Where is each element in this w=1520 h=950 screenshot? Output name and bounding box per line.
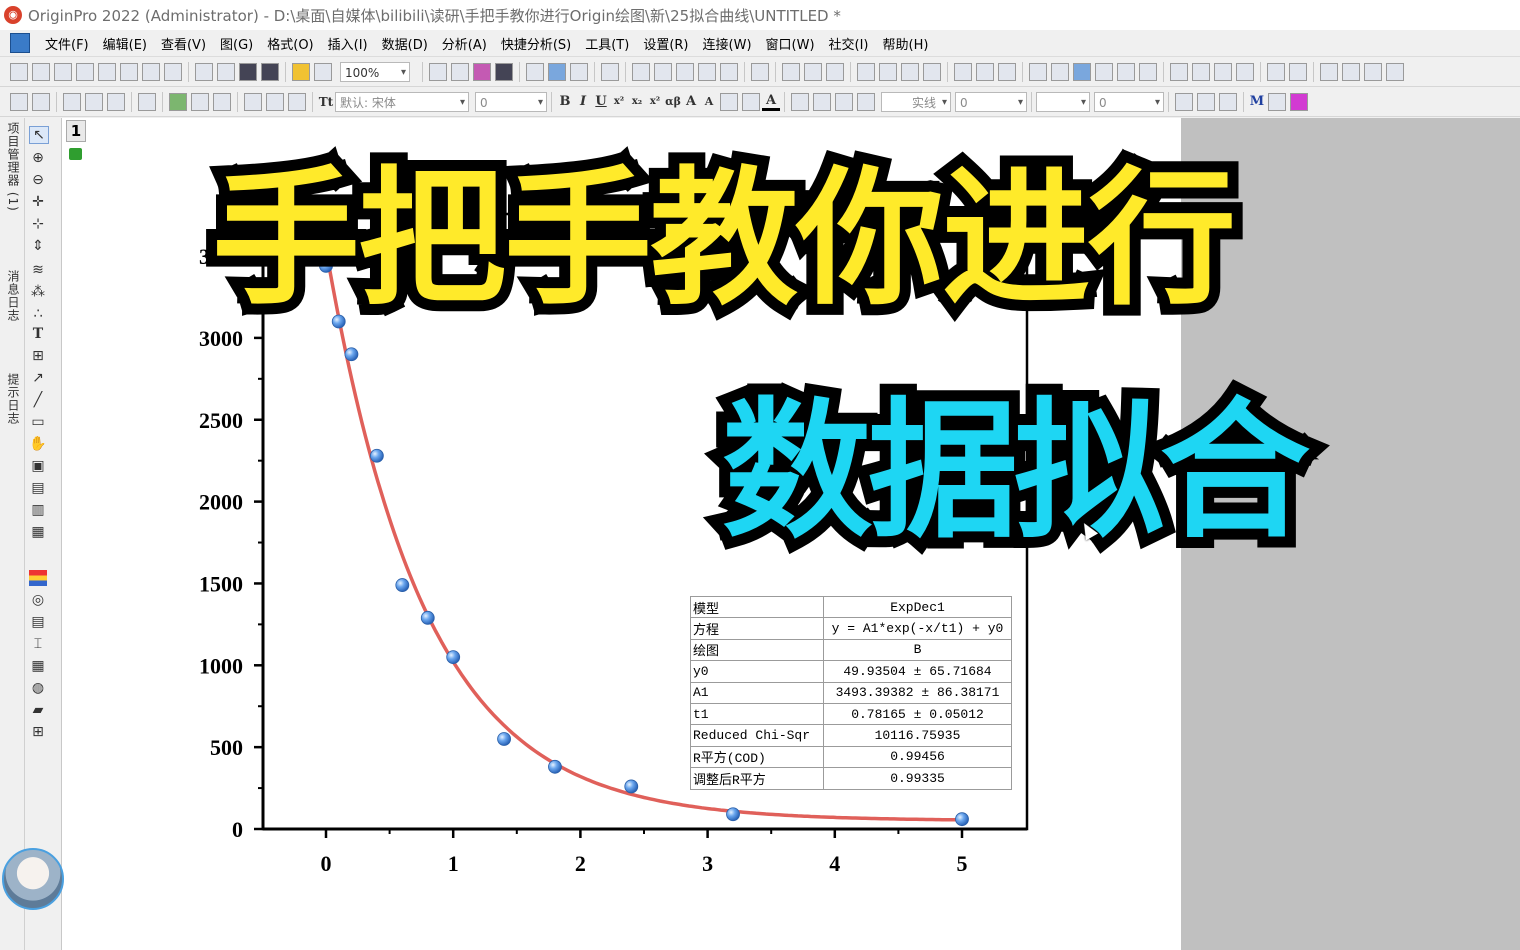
fit-table-row: R平方(COD) 0.99456 (690, 745, 1012, 769)
y-tick-label: 1500 (199, 571, 243, 596)
fit-param-value: 49.93504 ± 65.71684 (823, 660, 1012, 683)
fit-table-row: 模型 ExpDec1 (690, 595, 1012, 619)
y-tick-label: 2500 (199, 408, 243, 433)
data-point[interactable] (344, 347, 359, 362)
fit-param-label: 模型 (690, 595, 824, 619)
data-point[interactable] (369, 448, 384, 463)
overlay-title-line1: 手把手教你进行 (201, 142, 1247, 336)
fit-table-row: y0 49.93504 ± 65.71684 (690, 660, 1012, 683)
fit-param-label: 方程 (690, 617, 824, 640)
fit-table-row: 方程 y = A1*exp(-x/t1) + y0 (690, 617, 1012, 640)
y-tick-label: 2000 (199, 490, 243, 515)
data-point[interactable] (955, 812, 969, 827)
fit-param-value: 0.99335 (823, 767, 1012, 790)
fit-table-row: A1 3493.39382 ± 86.38171 (690, 681, 1012, 704)
x-tick-label: 0 (321, 851, 332, 876)
fit-param-label: Reduced Chi-Sqr (690, 724, 824, 747)
fit-param-label: A1 (690, 681, 824, 704)
fit-table-row: 调整后R平方 0.99335 (690, 767, 1012, 790)
overlay-title-line2: 数据拟合 (711, 374, 1321, 570)
x-tick-label: 3 (702, 851, 713, 876)
fit-param-label: t1 (690, 702, 824, 726)
fit-table-row: 绘图 B (690, 638, 1012, 662)
data-point[interactable] (395, 578, 410, 592)
data-point[interactable] (420, 610, 435, 625)
fit-param-label: R平方(COD) (690, 745, 824, 769)
x-tick-label: 5 (957, 851, 968, 876)
fit-table-row: Reduced Chi-Sqr 10116.75935 (690, 724, 1012, 747)
fit-table-row: t1 0.78165 ± 0.05012 (690, 702, 1012, 726)
data-point[interactable] (624, 779, 639, 794)
data-point[interactable] (548, 759, 562, 774)
y-tick-label: 1000 (199, 653, 243, 678)
fit-param-label: 绘图 (690, 638, 824, 662)
fit-param-value: 3493.39382 ± 86.38171 (823, 681, 1012, 704)
x-tick-label: 1 (448, 851, 459, 876)
y-tick-label: 0 (232, 817, 243, 842)
fit-results-table[interactable]: 模型 ExpDec1 方程 y = A1*exp(-x/t1) + y0 绘图 By0 49… (690, 595, 1012, 790)
y-tick-label: 500 (210, 735, 243, 760)
x-tick-label: 2 (575, 851, 586, 876)
user-avatar[interactable] (2, 848, 64, 910)
fit-param-label: y0 (690, 660, 824, 683)
fit-param-value: 10116.75935 (823, 724, 1012, 747)
fit-param-value: 0.78165 ± 0.05012 (823, 702, 1012, 726)
fit-param-value: y = A1*exp(-x/t1) + y0 (823, 617, 1012, 640)
fit-param-value: ExpDec1 (823, 595, 1012, 619)
data-point[interactable] (446, 650, 461, 665)
fit-param-value: 0.99456 (823, 745, 1012, 769)
x-tick-label: 4 (829, 851, 840, 876)
fit-param-value: B (823, 638, 1012, 662)
fit-param-label: 调整后R平方 (690, 767, 824, 790)
data-point[interactable] (497, 732, 511, 746)
data-point[interactable] (726, 807, 740, 822)
